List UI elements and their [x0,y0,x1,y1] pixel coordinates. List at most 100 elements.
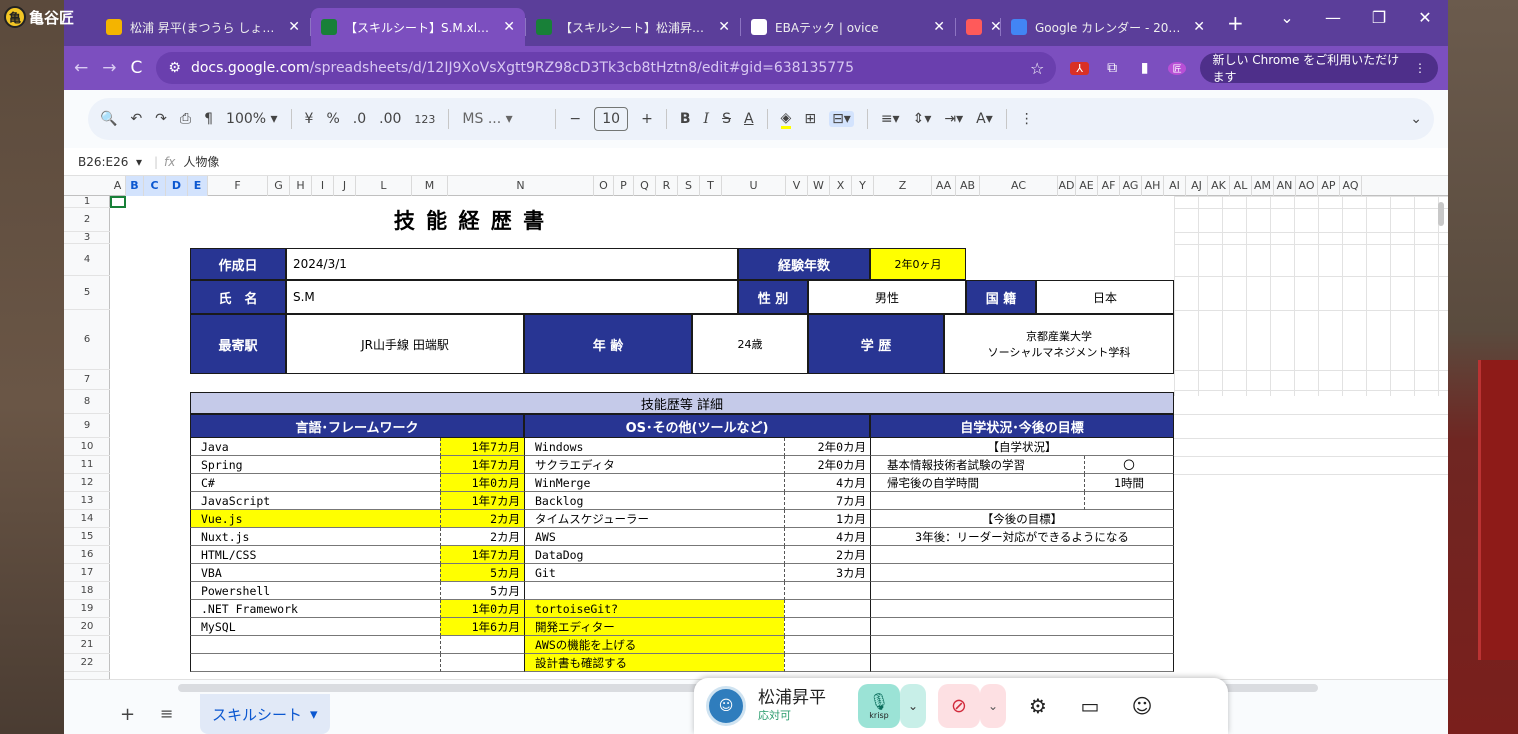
goal-blank-cell[interactable] [870,618,1174,636]
row-header-19[interactable]: 19 [64,600,110,618]
minimize-button[interactable]: — [1310,8,1356,27]
column-header-D[interactable]: D [166,176,188,196]
goal-blank-cell[interactable] [870,564,1174,582]
sheet-title[interactable]: 技 能 経 歴 書 [370,208,570,232]
increase-decimal-button[interactable]: .00 [379,111,401,127]
row-header-1[interactable]: 1 [64,196,110,208]
row-header-18[interactable]: 18 [64,582,110,600]
column-header-AC[interactable]: AC [980,176,1058,196]
lang-duration-cell[interactable]: 1年6カ月 [440,618,524,636]
os-name-cell[interactable]: Git [524,564,784,582]
close-tab-icon[interactable]: ✕ [503,19,515,35]
row-header-22[interactable]: 22 [64,654,110,672]
nationality-label[interactable]: 国 籍 [966,280,1036,314]
experience-value[interactable]: 2年0ヶ月 [870,248,966,280]
bold-button[interactable]: B [680,111,691,127]
row-header-21[interactable]: 21 [64,636,110,654]
self-study-blank[interactable] [870,492,1084,510]
column-header-AG[interactable]: AG [1120,176,1142,196]
merge-cells-icon[interactable]: ⊟▾ [829,111,854,127]
name-label[interactable]: 氏 名 [190,280,286,314]
profile-avatar-icon[interactable]: 匠 [1167,61,1187,75]
column-header-AI[interactable]: AI [1164,176,1186,196]
os-duration-cell[interactable]: 7カ月 [784,492,870,510]
row-header-16[interactable]: 16 [64,546,110,564]
microphone-dropdown[interactable]: ⌄ [900,684,926,728]
column-header-N[interactable]: N [448,176,594,196]
lang-name-cell[interactable] [190,654,440,672]
column-header-Z[interactable]: Z [874,176,932,196]
self-study-blank[interactable] [1084,492,1174,510]
close-tab-icon[interactable]: ✕ [1193,19,1205,35]
paint-format-icon[interactable]: ¶ [204,111,213,127]
row-header-7[interactable]: 7 [64,370,110,390]
os-duration-cell[interactable] [784,618,870,636]
new-tab-button[interactable]: + [1215,11,1256,35]
column-header-B[interactable]: B [126,176,144,196]
self-study-header[interactable]: 自学状況･今後の目標 [870,414,1174,438]
column-header-L[interactable]: L [356,176,412,196]
os-name-cell[interactable]: AWS [524,528,784,546]
column-header-AO[interactable]: AO [1296,176,1318,196]
os-duration-cell[interactable]: 4カ月 [784,474,870,492]
self-study-item[interactable]: 帰宅後の自学時間 [870,474,1084,492]
lang-duration-cell[interactable]: 1年7カ月 [440,492,524,510]
column-header-G[interactable]: G [268,176,290,196]
column-header-X[interactable]: X [830,176,852,196]
self-study-item[interactable]: 基本情報技術者試験の学習 [870,456,1084,474]
zoom-select[interactable]: 100% ▾ [226,111,278,127]
os-name-cell[interactable] [524,582,784,600]
close-window-button[interactable]: ✕ [1402,8,1448,27]
education-label[interactable]: 学 歴 [808,314,944,374]
column-header-AF[interactable]: AF [1098,176,1120,196]
os-name-cell[interactable]: WinMerge [524,474,784,492]
column-header-AA[interactable]: AA [932,176,956,196]
column-header-I[interactable]: I [312,176,334,196]
os-duration-cell[interactable]: 4カ月 [784,528,870,546]
lang-name-cell[interactable]: Java [190,438,440,456]
lang-name-cell[interactable]: MySQL [190,618,440,636]
text-rotation-icon[interactable]: A▾ [976,111,993,127]
row-header-5[interactable]: 5 [64,276,110,310]
row-header-10[interactable]: 10 [64,438,110,456]
lang-name-cell[interactable]: HTML/CSS [190,546,440,564]
column-header-P[interactable]: P [614,176,634,196]
os-duration-cell[interactable] [784,654,870,672]
goal-blank-cell[interactable] [870,546,1174,564]
age-label[interactable]: 年 齢 [524,314,692,374]
print-icon[interactable]: ⎙ [180,111,191,127]
lang-duration-cell[interactable] [440,636,524,654]
column-header-C[interactable]: C [144,176,166,196]
font-size-increase-button[interactable]: + [641,111,653,127]
lang-name-cell[interactable]: C# [190,474,440,492]
microphone-button[interactable]: 🎙 krisp [858,684,900,728]
lang-duration-cell[interactable]: 2カ月 [440,510,524,528]
sheet-tab-skill[interactable]: スキルシート ▾ [200,694,330,734]
reaction-smiley-icon[interactable]: ☺ [1122,684,1162,728]
row-header-8[interactable]: 8 [64,390,110,414]
station-value[interactable]: JR山手線 田端駅 [286,314,524,374]
browser-tab-5[interactable]: Google カレンダー - 2024年 3月 ✕ [1001,8,1215,46]
row-header-3[interactable]: 3 [64,232,110,244]
add-sheet-button[interactable]: + [120,704,135,725]
close-tab-icon[interactable]: ✕ [288,19,300,35]
education-value[interactable]: 京都産業大学 ソーシャルマネジメント学科 [944,314,1174,374]
gender-label[interactable]: 性 別 [738,280,808,314]
sidepanel-icon[interactable]: ▮ [1135,60,1154,76]
more-formats-button[interactable]: 123 [414,113,435,126]
collapse-toolbar-icon[interactable]: ⌄ [1410,111,1422,127]
row-header-20[interactable]: 20 [64,618,110,636]
os-name-cell[interactable]: サクラエディタ [524,456,784,474]
lang-duration-cell[interactable]: 5カ月 [440,582,524,600]
row-header-12[interactable]: 12 [64,474,110,492]
settings-gear-icon[interactable]: ⚙ [1018,684,1058,728]
column-header-Q[interactable]: Q [634,176,656,196]
browser-tab-2[interactable]: 【スキルシート】松浦昇平.xlsx - (✕ [526,8,740,46]
close-tab-icon[interactable]: ✕ [990,19,1000,35]
forward-button[interactable]: → [102,58,116,78]
column-header-AJ[interactable]: AJ [1186,176,1208,196]
os-duration-cell[interactable] [784,636,870,654]
self-study-value[interactable]: 1時間 [1084,474,1174,492]
browser-tab-3[interactable]: EBAテック | ovice ✕ [741,8,955,46]
created-value[interactable]: 2024/3/1 [286,248,738,280]
